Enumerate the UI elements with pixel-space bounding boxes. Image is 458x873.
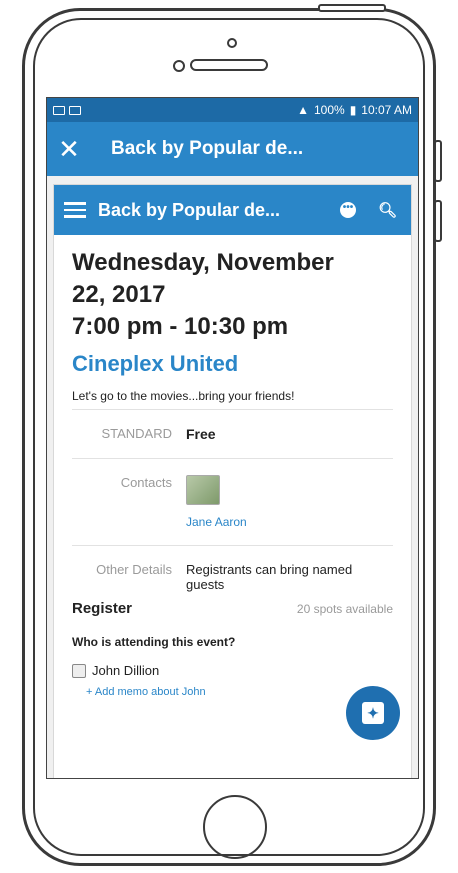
battery-percent: 100%	[313, 103, 345, 117]
event-header-title: Back by Popular de...	[98, 199, 281, 220]
event-date-line1: Wednesday, November	[72, 249, 334, 276]
more-icon[interactable]: •••	[339, 202, 356, 218]
register-header: Register 20 spots available	[72, 600, 393, 617]
chat-add-icon: ✦	[362, 702, 384, 724]
app-title: Back by Popular de...	[111, 138, 304, 159]
screen-notification-icon	[69, 105, 81, 115]
attendee-checkbox[interactable]	[72, 663, 86, 678]
ticket-price: Free	[186, 426, 216, 442]
search-icon[interactable]: 🔍︎	[378, 201, 397, 219]
other-details-value: Registrants can bring named guests	[186, 562, 353, 592]
home-button[interactable]	[203, 795, 267, 859]
front-camera	[173, 60, 185, 72]
other-details-label: Other Details	[96, 562, 172, 577]
contact-card[interactable]: Jane Aaron	[186, 475, 393, 529]
other-details-row: Other Details Registrants can bring name…	[72, 546, 393, 598]
volume-up-button	[434, 140, 442, 182]
attendee-option[interactable]: John Dillion	[72, 663, 393, 678]
close-icon[interactable]: ✕	[47, 134, 91, 165]
ticket-row: STANDARD Free	[72, 410, 393, 459]
clock: 10:07 AM	[361, 103, 412, 117]
event-time: 7:00 pm - 10:30 pm	[72, 313, 289, 340]
earpiece-speaker	[190, 59, 268, 71]
spots-available: 20 spots available	[296, 602, 393, 616]
event-details: Wednesday, November 22, 2017 7:00 pm - 1…	[54, 235, 411, 698]
event-description: Let's go to the movies...bring your frie…	[72, 389, 393, 410]
floating-action-button[interactable]: ✦	[346, 686, 400, 740]
status-bar: ▲ 100% ▮ 10:07 AM	[47, 98, 418, 122]
event-datetime: Wednesday, November 22, 2017 7:00 pm - 1…	[72, 247, 393, 343]
phone-screen: ▲ 100% ▮ 10:07 AM ✕ Back by Popular de..…	[46, 97, 419, 779]
volume-down-button	[434, 200, 442, 242]
avatar[interactable]	[186, 475, 220, 505]
ticket-type-label: STANDARD	[101, 426, 172, 441]
power-button	[318, 4, 386, 12]
attendee-question: Who is attending this event?	[72, 635, 236, 649]
battery-icon: ▮	[349, 103, 357, 117]
app-bar: ✕ Back by Popular de...	[47, 122, 418, 176]
signal-icon: ▲	[297, 103, 309, 117]
venue-link[interactable]: Cineplex United	[72, 351, 393, 377]
gallery-notification-icon	[53, 105, 65, 115]
event-header-bar: Back by Popular de... ••• 🔍︎	[54, 185, 411, 235]
proximity-sensor	[227, 38, 237, 48]
contact-name-link[interactable]: Jane Aaron	[186, 515, 393, 529]
event-date-line2: 22, 2017	[72, 281, 166, 308]
menu-icon[interactable]	[64, 202, 86, 218]
add-memo-link[interactable]: + Add memo about John	[86, 686, 393, 698]
contacts-label: Contacts	[120, 475, 172, 490]
contacts-row: Contacts Jane Aaron	[72, 459, 393, 546]
register-title: Register	[72, 600, 133, 617]
attendee-name: John Dillion	[92, 663, 160, 678]
